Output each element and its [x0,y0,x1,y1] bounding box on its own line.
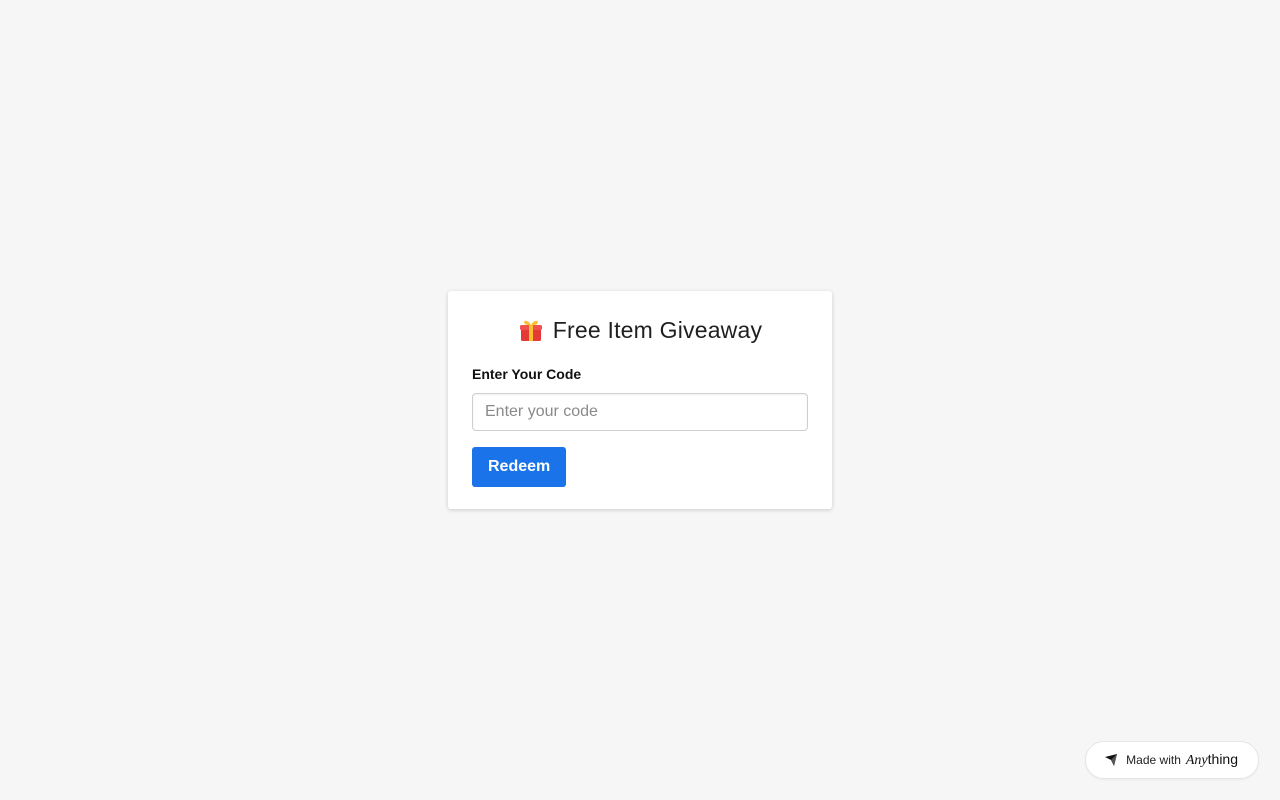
code-input[interactable] [472,393,808,431]
redeem-button[interactable]: Redeem [472,447,567,487]
page-title: Free Item Giveaway [552,316,763,343]
anything-logo-icon [1104,753,1118,767]
gift-icon [518,317,544,343]
badge-prefix: Made with [1126,753,1181,767]
code-label: Enter Your Code [472,366,582,382]
badge-brand: Anything [1186,751,1238,769]
badge-brand-thing: thing [1207,751,1238,767]
made-with-anything-badge[interactable]: Made with Anything [1085,741,1259,779]
badge-brand-any: Any [1185,753,1208,768]
title-row: Free Item Giveaway [472,315,808,345]
giveaway-card: Free Item Giveaway Enter Your Code Redee… [448,291,832,509]
